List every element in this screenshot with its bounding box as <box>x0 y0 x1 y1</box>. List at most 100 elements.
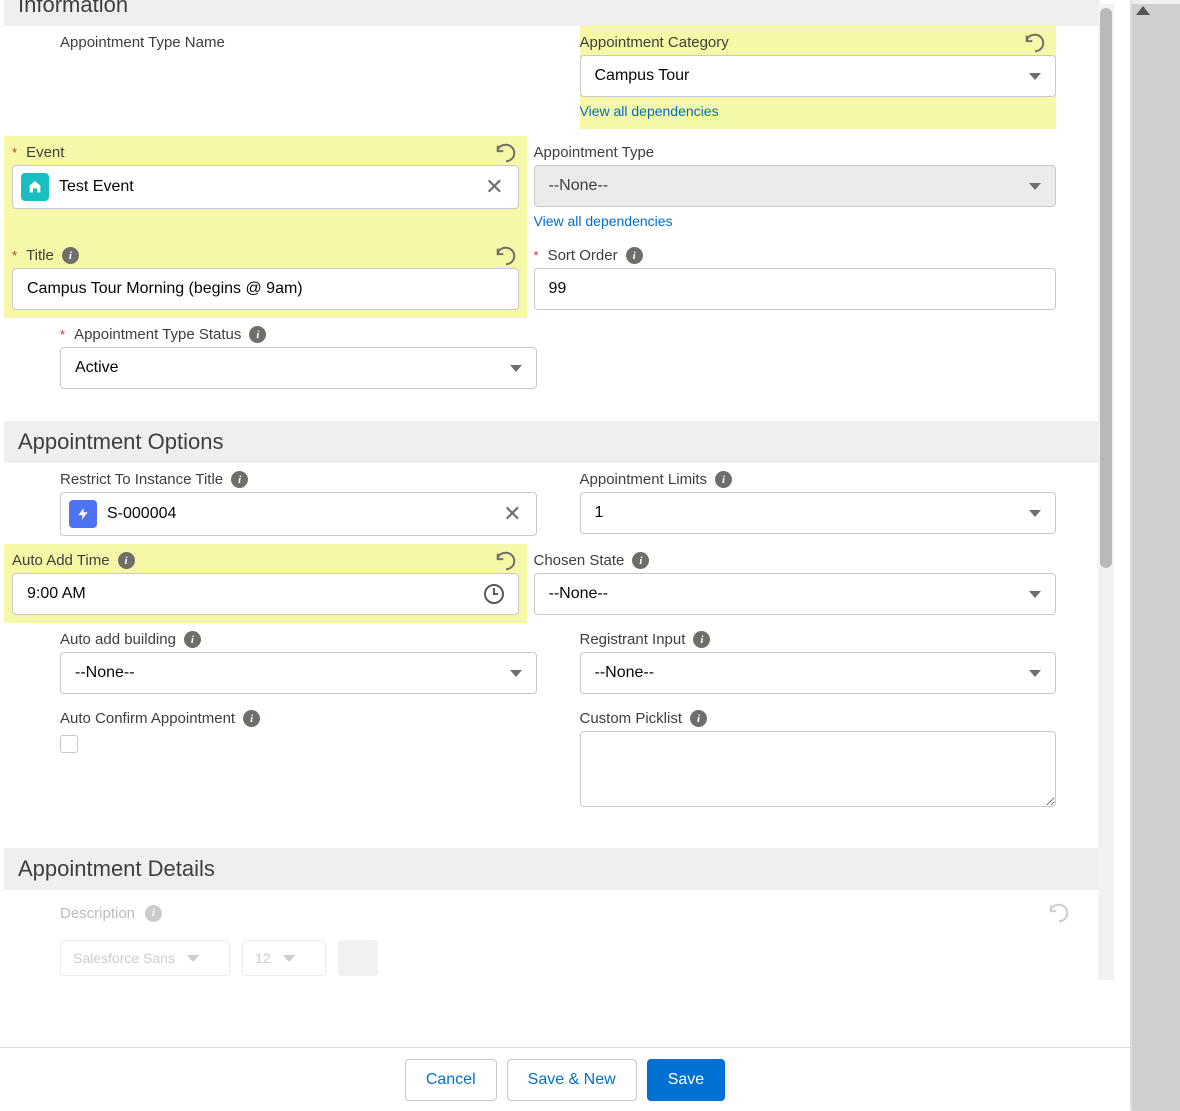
section-header-details: Appointment Details <box>4 848 1100 890</box>
chevron-down-icon <box>510 365 522 372</box>
richtext-toolbar: Salesforce Sans 12 <box>60 940 1100 976</box>
modal-scrollbar[interactable] <box>1098 4 1114 980</box>
info-icon: i <box>145 905 162 922</box>
label-appt-type-status: * Appointment Type Status i <box>60 326 537 347</box>
instance-icon <box>69 500 97 528</box>
chevron-down-icon <box>1029 73 1041 80</box>
field-appt-category: Appointment Category Campus Tour View al… <box>580 26 1057 129</box>
label-description: Description i <box>60 902 1100 924</box>
label-auto-add-time: Auto Add Time i <box>12 552 519 573</box>
select-appt-category[interactable]: Campus Tour <box>580 55 1057 97</box>
checkbox-auto-confirm[interactable] <box>60 735 78 753</box>
required-indicator: * <box>12 145 17 160</box>
label-auto-add-building: Auto add building i <box>60 631 537 652</box>
label-custom-picklist: Custom Picklist i <box>580 710 1057 731</box>
info-icon[interactable]: i <box>118 552 135 569</box>
field-registrant-input: Registrant Input i --None-- <box>580 623 1057 702</box>
information-body: Appointment Type Name Appointment Catego… <box>4 26 1100 397</box>
field-appt-type: Appointment Type --None-- View all depen… <box>534 136 1057 239</box>
field-restrict-instance: Restrict To Instance Title i S-000004 ✕ <box>60 463 537 544</box>
modal-footer: Cancel Save & New Save <box>0 1047 1130 1111</box>
ghost-description-area: Description i Salesforce Sans 12 <box>4 890 1100 976</box>
info-icon[interactable]: i <box>62 247 79 264</box>
field-auto-confirm: Auto Confirm Appointment i <box>60 702 537 761</box>
cancel-button[interactable]: Cancel <box>405 1059 497 1101</box>
save-and-new-button[interactable]: Save & New <box>507 1059 637 1101</box>
info-icon[interactable]: i <box>184 631 201 648</box>
field-auto-add-building: Auto add building i --None-- <box>60 623 537 702</box>
chevron-down-icon <box>283 955 295 962</box>
required-indicator: * <box>12 248 17 263</box>
clear-icon[interactable]: ✕ <box>485 174 509 200</box>
chevron-down-icon <box>510 670 522 677</box>
undo-icon <box>1048 902 1070 924</box>
options-body: Restrict To Instance Title i S-000004 ✕ <box>4 463 1100 820</box>
field-appt-limits: Appointment Limits i 1 <box>580 463 1057 542</box>
chevron-down-icon <box>187 955 199 962</box>
chevron-down-icon <box>1029 510 1041 517</box>
label-appt-limits: Appointment Limits i <box>580 471 1057 492</box>
field-event: * Event Test Event ✕ <box>4 136 527 239</box>
input-auto-add-time[interactable]: 9:00 AM <box>12 573 519 615</box>
label-event: * Event <box>12 144 519 165</box>
toolbar-unknown <box>338 940 378 976</box>
label-appt-category: Appointment Category <box>580 34 1057 55</box>
field-custom-picklist: Custom Picklist i <box>580 702 1057 820</box>
label-auto-confirm: Auto Confirm Appointment i <box>60 710 537 731</box>
select-registrant-input[interactable]: --None-- <box>580 652 1057 694</box>
info-icon[interactable]: i <box>231 471 248 488</box>
undo-icon[interactable] <box>495 142 517 164</box>
info-icon[interactable]: i <box>626 247 643 264</box>
info-icon[interactable]: i <box>243 710 260 727</box>
chevron-down-icon <box>1029 183 1041 190</box>
field-title: * Title i <box>4 239 527 318</box>
save-button[interactable]: Save <box>647 1059 725 1101</box>
undo-icon[interactable] <box>1024 32 1046 54</box>
page-side-panel <box>1132 4 1180 1111</box>
undo-icon[interactable] <box>495 245 517 267</box>
info-icon[interactable]: i <box>715 471 732 488</box>
event-icon <box>21 173 49 201</box>
label-appt-type-name: Appointment Type Name <box>60 34 537 55</box>
scroll-up-arrow-icon[interactable] <box>1136 6 1150 15</box>
select-appt-type[interactable]: --None-- <box>534 165 1057 207</box>
label-restrict-instance: Restrict To Instance Title i <box>60 471 537 492</box>
info-icon[interactable]: i <box>693 631 710 648</box>
select-appt-limits[interactable]: 1 <box>580 492 1057 534</box>
lookup-restrict-instance[interactable]: S-000004 ✕ <box>60 492 537 536</box>
modal-container: Information Appointment Type Name Appoin… <box>0 0 1130 1111</box>
select-chosen-state[interactable]: --None-- <box>534 573 1057 615</box>
label-chosen-state: Chosen State i <box>534 552 1057 573</box>
undo-icon[interactable] <box>495 550 517 572</box>
link-view-dependencies-category[interactable]: View all dependencies <box>580 97 719 119</box>
field-sort-order: * Sort Order i <box>534 239 1057 318</box>
label-appt-type: Appointment Type <box>534 144 1057 165</box>
label-sort-order: * Sort Order i <box>534 247 1057 268</box>
required-indicator: * <box>534 248 539 263</box>
field-auto-add-time: Auto Add Time i 9:00 AM <box>4 544 527 623</box>
edit-form: Information Appointment Type Name Appoin… <box>4 0 1100 980</box>
field-chosen-state: Chosen State i --None-- <box>534 544 1057 623</box>
clear-icon[interactable]: ✕ <box>503 501 527 527</box>
input-title[interactable] <box>12 268 519 310</box>
select-auto-add-building[interactable]: --None-- <box>60 652 537 694</box>
link-view-dependencies-type[interactable]: View all dependencies <box>534 207 673 229</box>
size-select: 12 <box>242 940 326 976</box>
info-icon[interactable]: i <box>632 552 649 569</box>
select-appt-type-status[interactable]: Active <box>60 347 537 389</box>
textarea-custom-picklist[interactable] <box>580 731 1057 807</box>
chevron-down-icon <box>1029 591 1041 598</box>
required-indicator: * <box>60 327 65 342</box>
section-header-options: Appointment Options <box>4 421 1100 463</box>
clock-icon <box>484 584 504 604</box>
label-registrant-input: Registrant Input i <box>580 631 1057 652</box>
scrollbar-thumb[interactable] <box>1100 8 1112 568</box>
label-title: * Title i <box>12 247 519 268</box>
field-appt-type-status: * Appointment Type Status i Active <box>60 318 537 397</box>
font-select: Salesforce Sans <box>60 940 230 976</box>
section-header-information: Information <box>4 0 1100 26</box>
input-sort-order[interactable] <box>534 268 1057 310</box>
info-icon[interactable]: i <box>690 710 707 727</box>
info-icon[interactable]: i <box>249 326 266 343</box>
lookup-event[interactable]: Test Event ✕ <box>12 165 519 209</box>
